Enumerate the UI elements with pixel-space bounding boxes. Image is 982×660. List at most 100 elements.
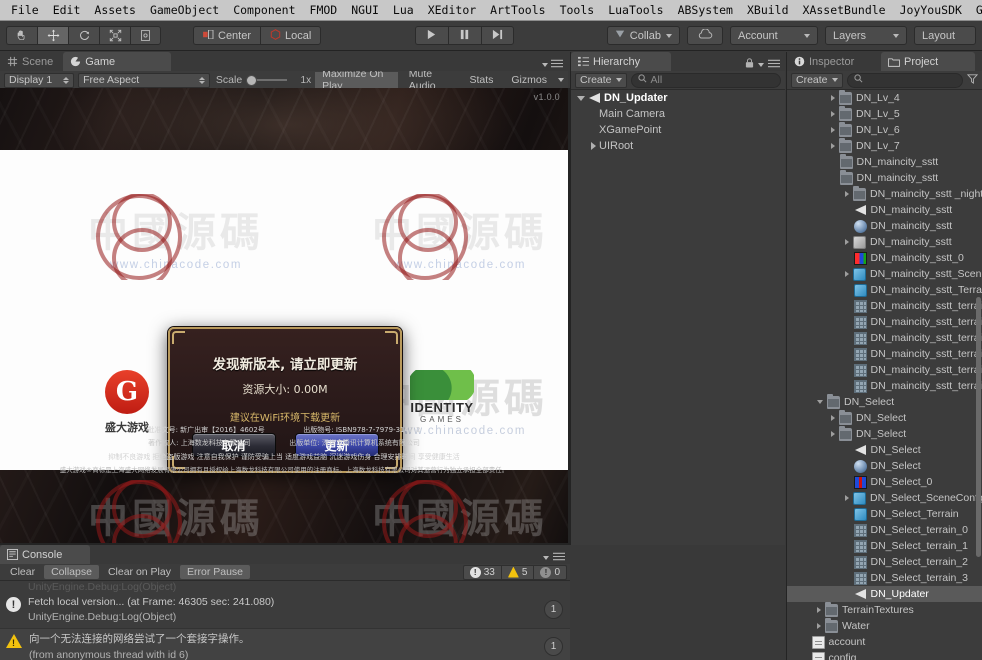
project-row[interactable]: DN_Select_terrain_3 [787,570,982,586]
maximize-on-play-toggle[interactable]: Maximize On Play [315,72,398,89]
console-clear-on-play-button[interactable]: Clear on Play [101,565,178,579]
mute-audio-toggle[interactable]: Mute Audio [402,72,459,89]
twisty-closed-icon[interactable] [831,415,835,421]
display-dropdown[interactable]: Display 1 [4,73,74,88]
hand-tool-button[interactable] [6,26,37,45]
project-row[interactable]: DN_maincity_sstt_terrain_4 [787,346,982,362]
tab-scene[interactable]: Scene [0,52,63,71]
project-row[interactable]: DN_maincity_sstt [787,170,982,186]
twisty-closed-icon[interactable] [845,191,849,197]
game-view[interactable]: v1.0.0 中國源碼 www.chinacode.com 中國源碼 www.c… [0,88,568,545]
project-row[interactable]: DN_maincity_sstt_0 [787,250,982,266]
project-row[interactable]: DN_Select [787,426,982,442]
rotate-tool-button[interactable] [68,26,99,45]
tab-game[interactable]: Game [63,52,171,71]
project-row[interactable]: DN_Select_0 [787,474,982,490]
twisty-closed-icon[interactable] [817,623,821,629]
hierarchy-tree[interactable]: DN_UpdaterMain CameraXGamePointUIRoot [571,90,785,154]
console-log-list[interactable]: UnityEngine.Debug:Log(Object) !Fetch loc… [0,581,570,660]
console-warning-counter[interactable]: 5 [501,565,534,580]
console-log-entry[interactable]: 向一个无法连接的网络尝试了一个套接字操作。(from anonymous thr… [0,629,570,660]
project-row[interactable]: config [787,650,982,660]
move-tool-button[interactable] [37,26,68,45]
collab-button[interactable]: Collab [607,26,680,45]
lock-icon[interactable] [745,58,754,71]
twisty-closed-icon[interactable] [817,607,821,613]
layout-button[interactable]: Layout [914,26,976,45]
project-row[interactable]: DN_Lv_7 [787,138,982,154]
chevron-down-icon[interactable] [543,556,549,560]
console-error-counter[interactable]: !33 [463,565,501,580]
project-row[interactable]: DN_Select_terrain_2 [787,554,982,570]
space-mode-button[interactable]: Local [260,26,321,45]
project-row[interactable]: DN_maincity_sstt_Terrain [787,282,982,298]
twisty-closed-icon[interactable] [845,239,849,245]
project-row[interactable]: DN_Lv_5 [787,106,982,122]
project-row[interactable]: DN_maincity_sstt_SceneConfig [787,266,982,282]
project-row-selected[interactable]: DN_Updater [787,586,982,602]
hierarchy-row[interactable]: XGamePoint [571,122,785,138]
layers-button[interactable]: Layers [825,26,907,45]
play-button[interactable] [415,26,448,45]
project-row[interactable]: DN_Select_terrain_1 [787,538,982,554]
chevron-down-icon[interactable] [558,78,564,82]
project-row[interactable]: DN_maincity_sstt _night [787,186,982,202]
cloud-button[interactable] [687,26,723,45]
project-row[interactable]: DN_Select [787,458,982,474]
project-row[interactable]: DN_Select [787,394,982,410]
project-row[interactable]: DN_Select_terrain_0 [787,522,982,538]
menu-item-fmod[interactable]: FMOD [303,1,345,19]
pause-button[interactable] [448,26,481,45]
menu-item-assets[interactable]: Assets [87,1,143,19]
twisty-closed-icon[interactable] [831,111,835,117]
project-tree[interactable]: DN_Lv_4DN_Lv_5DN_Lv_6DN_Lv_7DN_maincity_… [787,90,982,660]
chevron-down-icon[interactable] [542,63,548,67]
project-row[interactable]: DN_maincity_sstt [787,218,982,234]
console-log-entry[interactable]: !Fetch local version... (at Frame: 46305… [0,592,570,629]
menu-item-tools[interactable]: Tools [553,1,602,19]
project-row[interactable]: account [787,634,982,650]
project-row[interactable]: DN_Select [787,410,982,426]
menu-item-gameobject[interactable]: GameObject [143,1,226,19]
twisty-closed-icon[interactable] [591,142,596,150]
panel-menu-icon[interactable] [553,552,565,564]
project-row[interactable]: DN_Select_Terrain [787,506,982,522]
hierarchy-row[interactable]: DN_Updater [571,90,785,106]
twisty-closed-icon[interactable] [831,95,835,101]
menu-item-edit[interactable]: Edit [46,1,88,19]
menu-item-joyyousdk[interactable]: JoyYouSDK [893,1,969,19]
tab-hierarchy[interactable]: Hierarchy [571,52,671,71]
panel-menu-icon[interactable] [768,59,780,71]
console-clear-button[interactable]: Clear [3,565,42,579]
menu-item-ngui[interactable]: NGUI [344,1,386,19]
console-error-pause-button[interactable]: Error Pause [180,565,250,579]
project-row[interactable]: DN_maincity_sstt [787,154,982,170]
tab-project[interactable]: Project [881,52,975,71]
tab-inspector[interactable]: Inspector [787,52,881,71]
menu-item-xeditor[interactable]: XEditor [421,1,483,19]
twisty-closed-icon[interactable] [831,143,835,149]
project-row[interactable]: DN_maincity_sstt_terrain_6 [787,378,982,394]
project-filter-icon[interactable] [967,73,978,87]
project-create-button[interactable]: Create [791,73,843,88]
twisty-open-icon[interactable] [817,400,823,404]
project-row[interactable]: DN_maincity_sstt [787,234,982,250]
hierarchy-search-input[interactable]: All [631,73,781,88]
chevron-down-icon[interactable] [758,63,764,67]
step-button[interactable] [481,26,514,45]
project-row[interactable]: DN_Lv_6 [787,122,982,138]
menu-item-component[interactable]: Component [226,1,302,19]
project-row[interactable]: DN_Select [787,442,982,458]
hierarchy-create-button[interactable]: Create [575,73,627,88]
console-info-counter[interactable]: !0 [533,565,567,580]
account-button[interactable]: Account [730,26,818,45]
project-row[interactable]: DN_maincity_sstt [787,202,982,218]
project-row[interactable]: TerrainTextures [787,602,982,618]
project-row[interactable]: DN_Select_SceneConfig [787,490,982,506]
menu-item-xassetbundle[interactable]: XAssetBundle [796,1,893,19]
menu-item-file[interactable]: File [4,1,46,19]
project-row[interactable]: DN_Lv_4 [787,90,982,106]
scale-slider-handle[interactable] [246,75,257,86]
menu-item-absystem[interactable]: ABSystem [671,1,740,19]
panel-menu-icon[interactable] [551,59,563,71]
